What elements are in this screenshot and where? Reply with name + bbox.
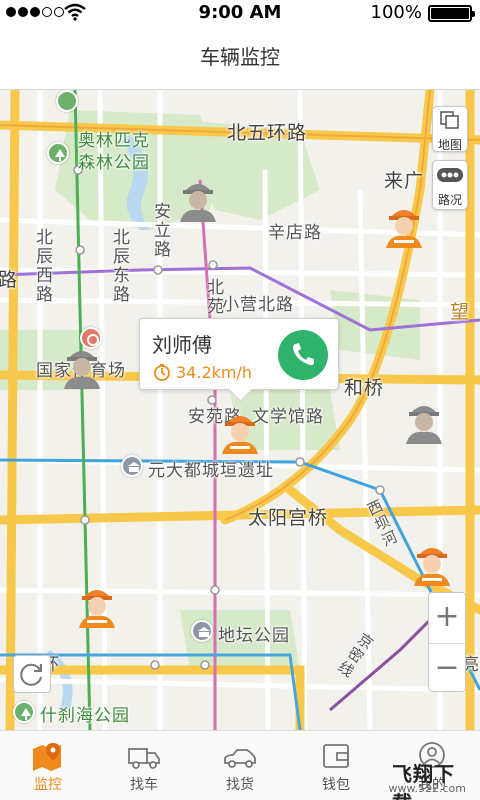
road-label-literature-museum: 文学馆路 [252, 407, 324, 427]
refresh-button[interactable] [13, 655, 51, 693]
park-icon [56, 90, 78, 112]
road-label-beichen-west: 北辰西路 [32, 228, 52, 304]
tab-wallet[interactable]: 钱包 [288, 731, 384, 800]
road-label-xindian: 辛店路 [268, 223, 322, 243]
road-label-anli: 安立路 [150, 202, 170, 259]
battery-percent: 100% [370, 2, 422, 23]
truck-icon [128, 748, 160, 769]
driver-offline-icon[interactable] [402, 400, 446, 444]
status-bar: 9:00 AM 100% [0, 0, 480, 26]
zoom-out-button[interactable]: − [429, 643, 465, 693]
refresh-icon [20, 663, 42, 686]
park-label-shichahai: 什刹海公园 [40, 706, 130, 726]
park-label-ditan: 地坛公园 [218, 626, 290, 646]
tab-label: 找车 [130, 777, 158, 793]
zoom-in-button[interactable]: + [429, 593, 465, 643]
nav-header: 车辆监控 [0, 26, 480, 90]
traffic-label: 路况 [437, 193, 462, 207]
app-root: 9:00 AM 100% 车辆监控 北五环路 奥林匹克 森林公园 安立路 辛店路… [0, 0, 480, 800]
zoom-control: + − [428, 592, 466, 692]
watermark: 飞翔下载 www.522.com [388, 756, 474, 800]
battery-icon [428, 5, 475, 22]
area-label-laiguang: 来广 [384, 170, 425, 192]
tab-label: 钱包 [322, 777, 350, 793]
road-label-beichen-east: 北辰东路 [109, 228, 129, 304]
tab-label: 找货 [226, 777, 254, 793]
bridge-label-taiyanggong: 太阳宫桥 [248, 507, 329, 529]
park-tree-icon [13, 701, 35, 723]
layers-icon [440, 111, 459, 129]
speed-clock-icon [154, 364, 170, 381]
map-layer-label: 地图 [437, 138, 462, 152]
road-label-lu: 路 [0, 269, 19, 291]
map-view[interactable]: 北五环路 奥林匹克 森林公园 安立路 辛店路 北辰西路 北辰东路 北苑 小营北路… [0, 90, 480, 730]
tab-find-cargo[interactable]: 找货 [192, 731, 288, 800]
road-label-xiaoying-north: 小营北路 [222, 295, 294, 315]
driver-online-icon[interactable] [75, 584, 119, 628]
car-icon [224, 749, 256, 768]
temple-icon [191, 620, 213, 642]
watermark-site: www.522.com [388, 782, 466, 795]
call-driver-button[interactable] [278, 330, 328, 380]
driver-info-popup[interactable]: 刘师傅 34.2km/h [139, 318, 339, 390]
traffic-icon [437, 168, 463, 182]
monument-icon [121, 455, 143, 477]
bridge-label-heqiao: 和桥 [344, 377, 385, 399]
park-label-yuan-ruins: 元大都城垣遗址 [148, 461, 274, 481]
map-pin-icon [33, 743, 61, 771]
driver-offline-icon[interactable] [60, 345, 104, 389]
phone-icon [293, 343, 314, 366]
driver-name: 刘师傅 [152, 333, 212, 357]
tab-label: 监控 [34, 777, 62, 793]
page-title: 车辆监控 [200, 45, 280, 69]
driver-online-icon[interactable] [382, 204, 426, 248]
driver-speed: 34.2km/h [176, 363, 253, 382]
driver-online-icon[interactable] [410, 542, 454, 586]
driver-selected-icon[interactable] [218, 410, 262, 454]
tree-icon [47, 142, 69, 164]
driver-offline-icon[interactable] [176, 178, 220, 222]
road-label-north-5th-ring: 北五环路 [227, 122, 308, 144]
map-layer-button[interactable]: 地图 [432, 106, 468, 152]
traffic-button[interactable]: 路况 [432, 160, 468, 210]
area-label-wang: 望 [450, 301, 471, 323]
wallet-icon [323, 744, 349, 768]
tab-monitor[interactable]: 监控 [0, 731, 96, 800]
park-label-olympic-forest: 奥林匹克 森林公园 [78, 131, 150, 173]
tab-find-truck[interactable]: 找车 [96, 731, 192, 800]
